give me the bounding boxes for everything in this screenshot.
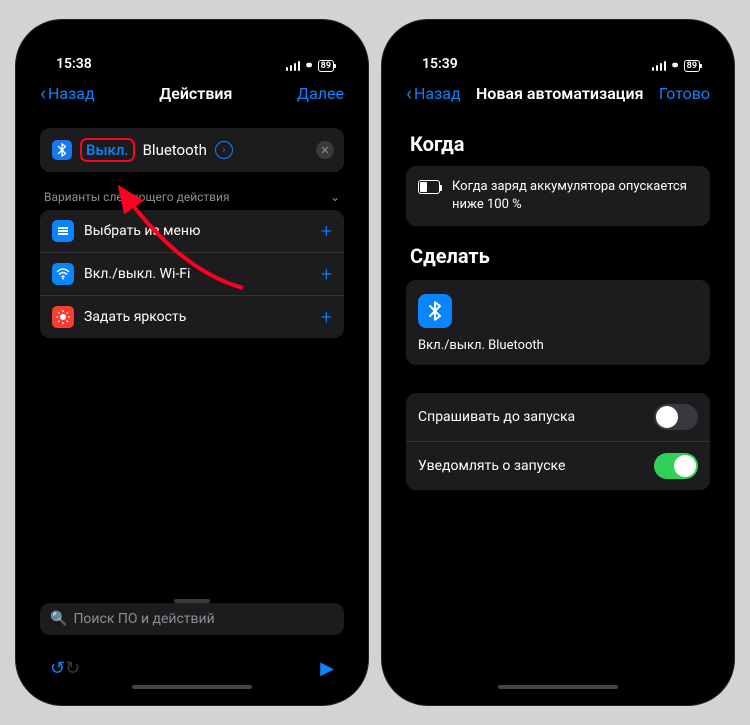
link-icon: ⚭ <box>304 59 313 72</box>
nav-bar: ‹Назад Действия Далее <box>28 72 356 114</box>
ask-label: Спрашивать до запуска <box>418 409 575 425</box>
add-icon[interactable]: + <box>321 305 332 329</box>
battery-low-icon <box>418 180 440 194</box>
options-list: Спрашивать до запуска Уведомлять о запус… <box>406 393 710 490</box>
ask-toggle[interactable] <box>654 404 698 430</box>
when-heading: Когда <box>406 132 710 156</box>
action-bluetooth-row[interactable]: Выкл. Bluetooth › ✕ <box>40 128 344 172</box>
collapse-chevron-icon[interactable]: ⌄ <box>330 190 340 204</box>
notify-label: Уведомлять о запуске <box>418 458 565 474</box>
bluetooth-icon <box>418 294 452 328</box>
back-label: Назад <box>48 84 95 103</box>
back-button[interactable]: ‹Назад <box>406 83 461 103</box>
page-title: Действия <box>95 84 297 103</box>
status-right: ⚭ 89 <box>286 59 334 72</box>
search-field[interactable]: 🔍 Поиск ПО и действий <box>40 603 344 635</box>
next-button[interactable]: Далее <box>297 84 344 103</box>
notch <box>117 32 267 58</box>
suggestions-list: Выбрать из меню + Вкл./выкл. Wi-Fi + Зад… <box>40 210 344 338</box>
battery-icon: 89 <box>318 60 334 72</box>
screen: 15:39 ⚭ 89 ‹Назад Новая автоматизация Го… <box>394 32 722 693</box>
suggestion-label: Вкл./выкл. Wi-Fi <box>84 266 311 282</box>
add-icon[interactable]: + <box>321 219 332 243</box>
page-title: Новая автоматизация <box>461 84 659 103</box>
condition-row[interactable]: Когда заряд аккумулятора опускается ниже… <box>406 166 710 226</box>
detail-chevron-icon[interactable]: › <box>215 141 233 159</box>
status-right: ⚭ 89 <box>652 59 700 72</box>
chevron-left-icon: ‹ <box>40 83 46 103</box>
search-placeholder: Поиск ПО и действий <box>73 611 214 627</box>
action-name: Bluetooth <box>143 141 207 159</box>
back-label: Назад <box>414 84 461 103</box>
signal-icon <box>286 61 301 71</box>
home-indicator[interactable] <box>498 685 618 689</box>
suggestions-header: Варианты следующего действия ⌄ <box>40 190 344 204</box>
bluetooth-icon <box>52 140 72 160</box>
action-label: Вкл./выкл. Bluetooth <box>418 338 698 353</box>
done-button[interactable]: Готово <box>659 84 710 103</box>
suggestion-label: Задать яркость <box>84 309 311 325</box>
screen: 15:38 ⚭ 89 ‹Назад Действия Далее Выкл. B… <box>28 32 356 693</box>
ask-before-run-row: Спрашивать до запуска <box>406 393 710 441</box>
condition-text: Когда заряд аккумулятора опускается ниже… <box>452 178 698 214</box>
phone-right: 15:39 ⚭ 89 ‹Назад Новая автоматизация Го… <box>382 20 734 705</box>
clear-button[interactable]: ✕ <box>316 141 334 159</box>
suggestion-brightness[interactable]: Задать яркость + <box>40 295 344 338</box>
status-time: 15:38 <box>56 56 92 72</box>
toolbar: ↺ ↻ ▶ <box>28 658 356 679</box>
phone-left: 15:38 ⚭ 89 ‹Назад Действия Далее Выкл. B… <box>16 20 368 705</box>
toggle-value-pill[interactable]: Выкл. <box>80 138 135 162</box>
link-icon: ⚭ <box>670 59 679 72</box>
undo-button[interactable]: ↺ <box>50 658 65 679</box>
battery-icon: 89 <box>684 60 700 72</box>
suggestions-header-label: Варианты следующего действия <box>44 190 230 204</box>
status-time: 15:39 <box>422 56 458 72</box>
notch <box>483 32 633 58</box>
signal-icon <box>652 61 667 71</box>
notify-on-run-row: Уведомлять о запуске <box>406 441 710 490</box>
suggestion-menu[interactable]: Выбрать из меню + <box>40 210 344 252</box>
add-icon[interactable]: + <box>321 262 332 286</box>
home-indicator[interactable] <box>132 685 252 689</box>
suggestion-wifi[interactable]: Вкл./выкл. Wi-Fi + <box>40 252 344 295</box>
search-icon: 🔍 <box>50 611 67 627</box>
run-button[interactable]: ▶ <box>320 658 334 679</box>
nav-bar: ‹Назад Новая автоматизация Готово <box>394 72 722 114</box>
notify-toggle[interactable] <box>654 453 698 479</box>
do-heading: Сделать <box>406 244 710 268</box>
wifi-icon <box>52 263 74 285</box>
action-card[interactable]: Вкл./выкл. Bluetooth <box>406 280 710 365</box>
chevron-left-icon: ‹ <box>406 83 412 103</box>
menu-icon <box>52 220 74 242</box>
back-button[interactable]: ‹Назад <box>40 83 95 103</box>
suggestion-label: Выбрать из меню <box>84 223 311 239</box>
redo-button[interactable]: ↻ <box>65 658 80 679</box>
brightness-icon <box>52 306 74 328</box>
